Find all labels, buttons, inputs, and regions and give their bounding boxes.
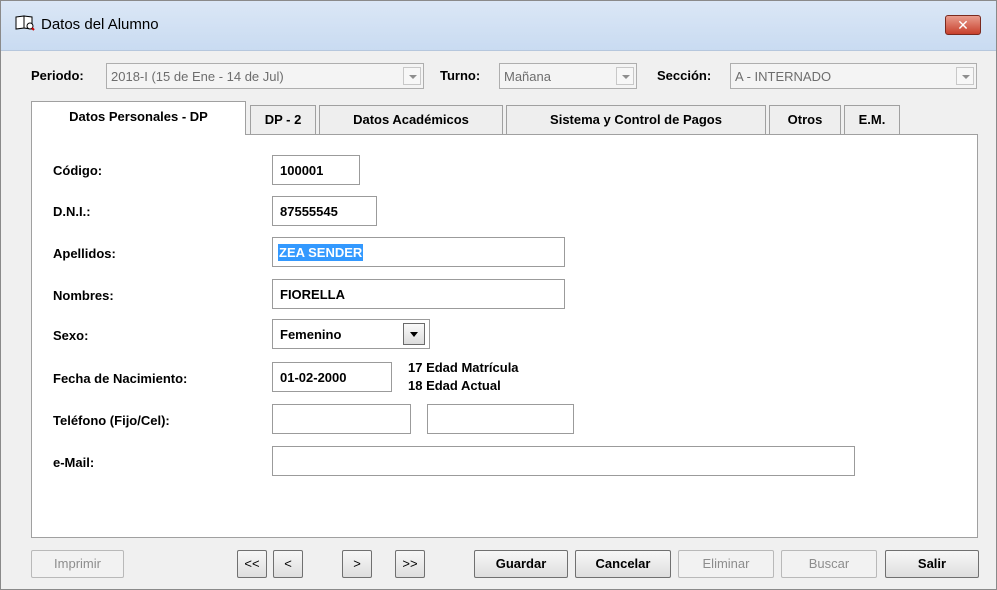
next-record-button[interactable]: >	[342, 550, 372, 578]
dni-label: D.N.I.:	[53, 204, 91, 219]
telefono-fijo-field[interactable]	[272, 404, 411, 434]
periodo-value: 2018-I (15 de Ene - 14 de Jul)	[111, 69, 284, 84]
seccion-label: Sección:	[657, 68, 712, 83]
seccion-select[interactable]: A - INTERNADO	[730, 63, 977, 89]
salir-button[interactable]: Salir	[885, 550, 979, 578]
filter-row: Periodo: 2018-I (15 de Ene - 14 de Jul) …	[31, 63, 981, 89]
close-button[interactable]: ✕	[945, 15, 981, 35]
tab-dp-2[interactable]: DP - 2	[250, 105, 316, 135]
tab-sistema-pagos[interactable]: Sistema y Control de Pagos	[506, 105, 766, 135]
seccion-value: A - INTERNADO	[735, 69, 832, 84]
nombres-label: Nombres:	[53, 288, 114, 303]
imprimir-button[interactable]: Imprimir	[31, 550, 124, 578]
title-bar: Datos del Alumno ✕	[1, 1, 996, 51]
turno-select[interactable]: Mañana	[499, 63, 637, 89]
last-record-button[interactable]: >>	[395, 550, 425, 578]
email-field[interactable]	[272, 446, 855, 476]
guardar-label: Guardar	[495, 556, 547, 571]
periodo-select[interactable]: 2018-I (15 de Ene - 14 de Jul)	[106, 63, 424, 89]
apellidos-label: Apellidos:	[53, 246, 116, 261]
student-data-window: Datos del Alumno ✕ Periodo: 2018-I (15 d…	[0, 0, 997, 590]
chevron-down-icon[interactable]	[403, 67, 421, 85]
codigo-field[interactable]: 100001	[272, 155, 360, 185]
edad-actual: 18 Edad Actual	[408, 378, 501, 393]
salir-label: Salir	[917, 556, 947, 571]
turno-label: Turno:	[440, 68, 481, 83]
book-search-icon	[15, 15, 35, 31]
codigo-label: Código:	[53, 163, 103, 178]
cancelar-button[interactable]: Cancelar	[575, 550, 671, 578]
first-record-button[interactable]: <<	[237, 550, 267, 578]
cancelar-label: Cancelar	[595, 556, 651, 571]
sexo-label: Sexo:	[53, 328, 89, 343]
chevron-down-icon[interactable]	[956, 67, 974, 85]
previous-record-button[interactable]: <	[273, 550, 303, 578]
nombres-field[interactable]: FIORELLA	[272, 279, 565, 309]
tab-datos-academicos[interactable]: Datos Académicos	[319, 105, 503, 135]
periodo-label: Periodo:	[31, 68, 84, 83]
dni-field[interactable]: 87555545	[272, 196, 377, 226]
apellidos-value: ZEA SENDER	[278, 244, 364, 261]
tab-datos-personales[interactable]: Datos Personales - DP	[31, 101, 246, 135]
telefono-label: Teléfono (Fijo/Cel):	[53, 413, 170, 428]
window-title: Datos del Alumno	[41, 16, 159, 33]
guardar-button[interactable]: Guardar	[474, 550, 568, 578]
email-label: e-Mail:	[53, 455, 95, 470]
apellidos-field[interactable]: ZEA SENDER	[272, 237, 565, 267]
telefono-cel-field[interactable]	[427, 404, 574, 434]
edad-matricula: 17 Edad Matrícula	[408, 360, 519, 375]
personal-data-panel	[31, 134, 978, 538]
chevron-down-icon[interactable]	[403, 323, 425, 345]
sexo-value: Femenino	[280, 327, 342, 342]
turno-value: Mañana	[504, 69, 551, 84]
fecha-nacimiento-label: Fecha de Nacimiento:	[53, 371, 188, 386]
buscar-button[interactable]: Buscar	[781, 550, 877, 578]
tab-em[interactable]: E.M.	[844, 105, 900, 135]
button-bar: Imprimir << < > >> Guardar Cancelar Elim…	[1, 550, 997, 578]
eliminar-button[interactable]: Eliminar	[678, 550, 774, 578]
chevron-down-icon[interactable]	[616, 67, 634, 85]
fecha-nacimiento-field[interactable]: 01-02-2000	[272, 362, 392, 392]
tab-otros[interactable]: Otros	[769, 105, 841, 135]
